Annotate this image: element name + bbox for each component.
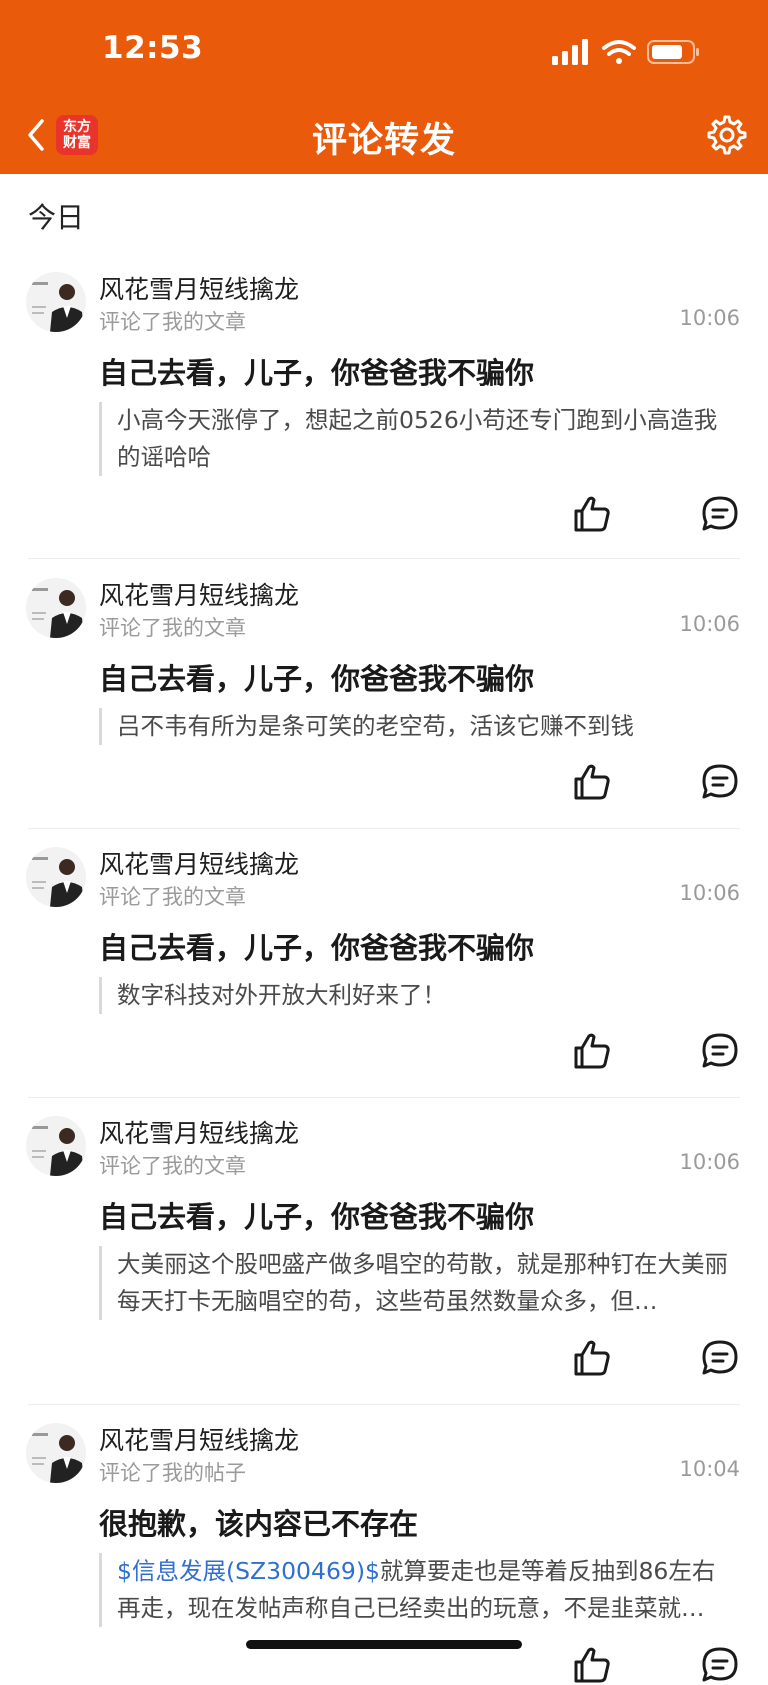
comment-text: 数字科技对外开放大利好来了！ — [117, 981, 446, 1009]
notification-item[interactable]: 风花雪月短线擒龙 评论了我的帖子 10:04 很抱歉，该内容已不存在 $信息发展… — [0, 1413, 768, 1683]
comment-quote[interactable]: $信息发展(SZ300469)$就算要走也是等着反抽到86左右再走，现在发帖声称… — [99, 1553, 738, 1627]
divider — [28, 558, 740, 559]
signal-icon — [552, 39, 588, 65]
avatar-image — [26, 578, 86, 638]
thumbs-up-icon[interactable] — [572, 762, 612, 802]
avatar[interactable] — [26, 272, 86, 332]
thumbs-up-icon[interactable] — [572, 1031, 612, 1071]
comment-text: 小高今天涨停了，想起之前0526小苟还专门跑到小高造我的谣哈哈 — [117, 406, 718, 471]
action-text: 评论了我的文章 — [99, 1154, 246, 1178]
page-title: 评论转发 — [311, 121, 456, 161]
avatar-image — [26, 272, 86, 332]
status-icons — [552, 39, 699, 65]
comment-quote[interactable]: 大美丽这个股吧盛产做多唱空的苟散，就是那种钉在大美丽每天打卡无脑唱空的苟，这些苟… — [99, 1246, 738, 1320]
home-indicator — [246, 1640, 522, 1649]
article-title[interactable]: 自己去看，儿子，你爸爸我不骗你 — [99, 925, 534, 967]
avatar[interactable] — [26, 847, 86, 907]
article-title[interactable]: 自己去看，儿子，你爸爸我不骗你 — [99, 1194, 534, 1236]
timestamp: 10:06 — [679, 881, 740, 905]
timestamp: 10:06 — [679, 612, 740, 636]
divider — [28, 1097, 740, 1098]
status-time: 12:53 — [102, 30, 204, 66]
notification-item[interactable]: 风花雪月短线擒龙 评论了我的文章 10:06 自己去看，儿子，你爸爸我不骗你 吕… — [0, 568, 768, 828]
comment-icon[interactable] — [700, 494, 740, 534]
section-title-today: 今日 — [28, 201, 85, 234]
action-text: 评论了我的文章 — [99, 310, 246, 334]
gear-icon[interactable] — [706, 114, 748, 156]
timestamp: 10:06 — [679, 306, 740, 330]
battery-icon — [647, 40, 699, 64]
comment-text: 吕不韦有所为是条可笑的老空苟，活该它赚不到钱 — [117, 712, 634, 740]
divider — [28, 1404, 740, 1405]
divider — [28, 828, 740, 829]
comment-quote[interactable]: 小高今天涨停了，想起之前0526小苟还专门跑到小高造我的谣哈哈 — [99, 402, 738, 476]
comment-icon[interactable] — [700, 762, 740, 802]
avatar-image — [26, 847, 86, 907]
user-name[interactable]: 风花雪月短线擒龙 — [99, 1421, 299, 1457]
user-name[interactable]: 风花雪月短线擒龙 — [99, 270, 299, 306]
thumbs-up-icon[interactable] — [572, 494, 612, 534]
comment-text: 大美丽这个股吧盛产做多唱空的苟散，就是那种钉在大美丽每天打卡无脑唱空的苟，这些苟… — [117, 1250, 728, 1315]
notification-item[interactable]: 风花雪月短线擒龙 评论了我的文章 10:06 自己去看，儿子，你爸爸我不骗你 数… — [0, 837, 768, 1097]
action-text: 评论了我的文章 — [99, 885, 246, 909]
user-name[interactable]: 风花雪月短线擒龙 — [99, 1114, 299, 1150]
comment-icon[interactable] — [700, 1645, 740, 1685]
avatar[interactable] — [26, 578, 86, 638]
notification-item[interactable]: 风花雪月短线擒龙 评论了我的文章 10:06 自己去看，儿子，你爸爸我不骗你 大… — [0, 1106, 768, 1402]
comment-icon[interactable] — [700, 1338, 740, 1378]
avatar[interactable] — [26, 1423, 86, 1483]
avatar[interactable] — [26, 1116, 86, 1176]
stock-link[interactable]: $信息发展(SZ300469)$ — [117, 1557, 380, 1585]
wifi-icon — [602, 40, 636, 64]
user-name[interactable]: 风花雪月短线擒龙 — [99, 576, 299, 612]
app-header: 12:53 东方财富 评论转发 — [0, 0, 768, 174]
notification-item[interactable]: 风花雪月短线擒龙 评论了我的文章 10:06 自己去看，儿子，你爸爸我不骗你 小… — [0, 262, 768, 552]
thumbs-up-icon[interactable] — [572, 1645, 612, 1685]
avatar-image — [26, 1116, 86, 1176]
action-text: 评论了我的帖子 — [99, 1461, 246, 1485]
comment-quote[interactable]: 吕不韦有所为是条可笑的老空苟，活该它赚不到钱 — [99, 708, 738, 745]
comment-icon[interactable] — [700, 1031, 740, 1071]
thumbs-up-icon[interactable] — [572, 1338, 612, 1378]
timestamp: 10:06 — [679, 1150, 740, 1174]
comment-quote[interactable]: 数字科技对外开放大利好来了！ — [99, 977, 738, 1014]
article-title[interactable]: 自己去看，儿子，你爸爸我不骗你 — [99, 350, 534, 392]
article-title[interactable]: 自己去看，儿子，你爸爸我不骗你 — [99, 656, 534, 698]
action-text: 评论了我的文章 — [99, 616, 246, 640]
avatar-image — [26, 1423, 86, 1483]
user-name[interactable]: 风花雪月短线擒龙 — [99, 845, 299, 881]
comment-text-wrapper: $信息发展(SZ300469)$就算要走也是等着反抽到86左右再走，现在发帖声称… — [117, 1553, 738, 1627]
article-title: 很抱歉，该内容已不存在 — [99, 1507, 419, 1541]
timestamp: 10:04 — [679, 1457, 740, 1481]
